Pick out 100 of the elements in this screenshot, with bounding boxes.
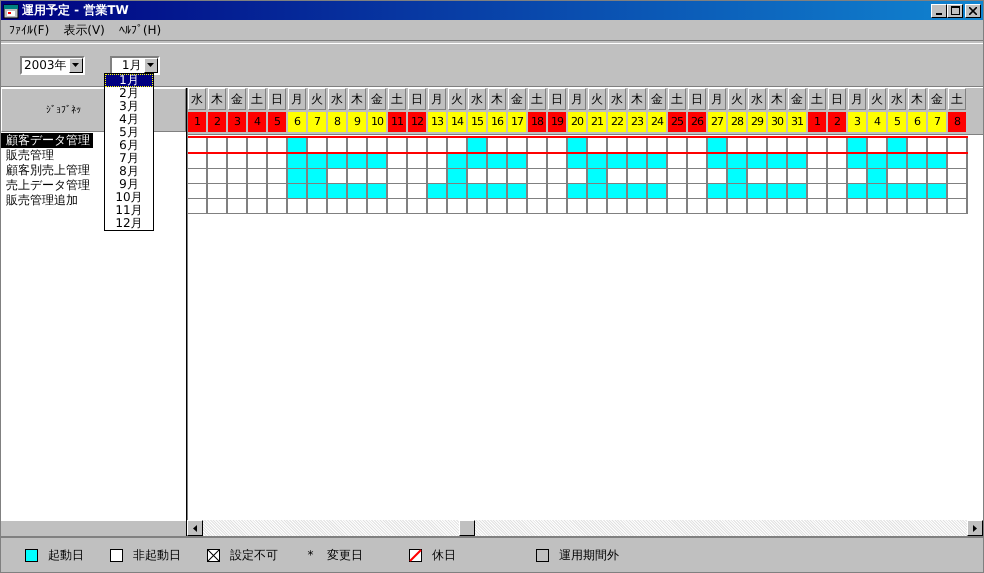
schedule-cell[interactable]: [648, 184, 668, 198]
horizontal-scrollbar[interactable]: [187, 520, 983, 536]
schedule-cell[interactable]: [908, 184, 928, 198]
weekday-header: 日: [828, 88, 846, 110]
date-header: 23: [628, 112, 646, 132]
schedule-cell[interactable]: [328, 154, 348, 168]
job-item[interactable]: 顧客データ管理: [1, 133, 93, 148]
month-option[interactable]: 2月: [105, 87, 153, 100]
schedule-cell[interactable]: [568, 138, 588, 152]
schedule-cell[interactable]: [868, 184, 888, 198]
month-option[interactable]: 12月: [105, 217, 153, 230]
job-item[interactable]: 顧客別売上管理: [1, 163, 93, 178]
job-item[interactable]: 販売管理: [1, 148, 57, 163]
schedule-cell[interactable]: [508, 184, 528, 198]
schedule-cell[interactable]: [628, 154, 648, 168]
schedule-cell[interactable]: [368, 154, 388, 168]
schedule-cell[interactable]: [708, 154, 728, 168]
month-option[interactable]: 11月: [105, 204, 153, 217]
close-button[interactable]: [965, 4, 981, 18]
month-dropdown[interactable]: 1月: [110, 56, 160, 74]
schedule-cell[interactable]: [608, 154, 628, 168]
weekday-header: 金: [228, 88, 246, 110]
schedule-cell[interactable]: [708, 138, 728, 152]
schedule-cell[interactable]: [488, 154, 508, 168]
schedule-cell[interactable]: [788, 154, 808, 168]
date-header: 2: [828, 112, 846, 132]
schedule-cell[interactable]: [708, 184, 728, 198]
month-option[interactable]: 8月: [105, 165, 153, 178]
minimize-button[interactable]: [931, 4, 947, 18]
schedule-cell[interactable]: [288, 154, 308, 168]
scroll-left-icon[interactable]: [187, 520, 203, 536]
schedule-cell[interactable]: [328, 184, 348, 198]
month-option[interactable]: 4月: [105, 113, 153, 126]
schedule-cell[interactable]: [748, 154, 768, 168]
schedule-cell[interactable]: [908, 154, 928, 168]
month-option[interactable]: 6月: [105, 139, 153, 152]
month-option[interactable]: 9月: [105, 178, 153, 191]
schedule-cell[interactable]: [728, 154, 748, 168]
schedule-cell[interactable]: [508, 154, 528, 168]
scroll-right-icon[interactable]: [967, 520, 983, 536]
date-header: 11: [388, 112, 406, 132]
schedule-cell[interactable]: [308, 184, 328, 198]
schedule-cell[interactable]: [568, 154, 588, 168]
schedule-cell[interactable]: [728, 169, 748, 183]
schedule-cell[interactable]: [448, 169, 468, 183]
schedule-cell[interactable]: [868, 154, 888, 168]
schedule-cell[interactable]: [848, 154, 868, 168]
schedule-cell[interactable]: [608, 184, 628, 198]
schedule-cell[interactable]: [748, 184, 768, 198]
schedule-cell[interactable]: [568, 184, 588, 198]
job-item[interactable]: 売上データ管理: [1, 178, 93, 193]
schedule-cell[interactable]: [308, 169, 328, 183]
window-title: 運用予定 - 営業TW: [22, 2, 130, 19]
schedule-cell[interactable]: [848, 138, 868, 152]
schedule-cell[interactable]: [928, 154, 948, 168]
date-header: 28: [728, 112, 746, 132]
menu-item[interactable]: ﾌｧｲﾙ(F): [9, 23, 50, 37]
schedule-cell[interactable]: [448, 154, 468, 168]
schedule-cell[interactable]: [648, 154, 668, 168]
schedule-cell[interactable]: [888, 184, 908, 198]
date-header: 31: [788, 112, 806, 132]
date-header: 25: [668, 112, 686, 132]
schedule-cell[interactable]: [868, 169, 888, 183]
date-header: 3: [228, 112, 246, 132]
month-option[interactable]: 10月: [105, 191, 153, 204]
schedule-cell[interactable]: [628, 184, 648, 198]
schedule-cell[interactable]: [288, 169, 308, 183]
schedule-cell[interactable]: [448, 184, 468, 198]
schedule-cell[interactable]: [348, 154, 368, 168]
schedule-cell[interactable]: [308, 154, 328, 168]
schedule-cell[interactable]: [428, 184, 448, 198]
schedule-cell[interactable]: [728, 184, 748, 198]
schedule-cell[interactable]: [488, 184, 508, 198]
maximize-button[interactable]: [947, 4, 963, 18]
schedule-cell[interactable]: [588, 184, 608, 198]
year-dropdown[interactable]: 2003年: [20, 56, 85, 74]
schedule-cell[interactable]: [468, 138, 488, 152]
month-option[interactable]: 1月: [105, 74, 153, 87]
schedule-cell[interactable]: [768, 154, 788, 168]
schedule-cell[interactable]: [848, 184, 868, 198]
scroll-thumb[interactable]: [459, 520, 475, 536]
month-option[interactable]: 7月: [105, 152, 153, 165]
schedule-cell[interactable]: [888, 138, 908, 152]
schedule-cell[interactable]: [348, 184, 368, 198]
date-header: 8: [328, 112, 346, 132]
schedule-cell[interactable]: [788, 184, 808, 198]
schedule-cell[interactable]: [928, 184, 948, 198]
job-item[interactable]: 販売管理追加: [1, 193, 81, 208]
menu-item[interactable]: 表示(V): [63, 22, 105, 38]
schedule-cell[interactable]: [468, 184, 488, 198]
schedule-cell[interactable]: [468, 154, 488, 168]
schedule-cell[interactable]: [588, 169, 608, 183]
schedule-cell[interactable]: [588, 154, 608, 168]
schedule-cell[interactable]: [288, 184, 308, 198]
month-option[interactable]: 3月: [105, 100, 153, 113]
schedule-cell[interactable]: [288, 138, 308, 152]
schedule-cell[interactable]: [368, 184, 388, 198]
menu-item[interactable]: ﾍﾙﾌﾟ(H): [118, 23, 162, 37]
schedule-cell[interactable]: [888, 154, 908, 168]
schedule-cell[interactable]: [768, 184, 788, 198]
